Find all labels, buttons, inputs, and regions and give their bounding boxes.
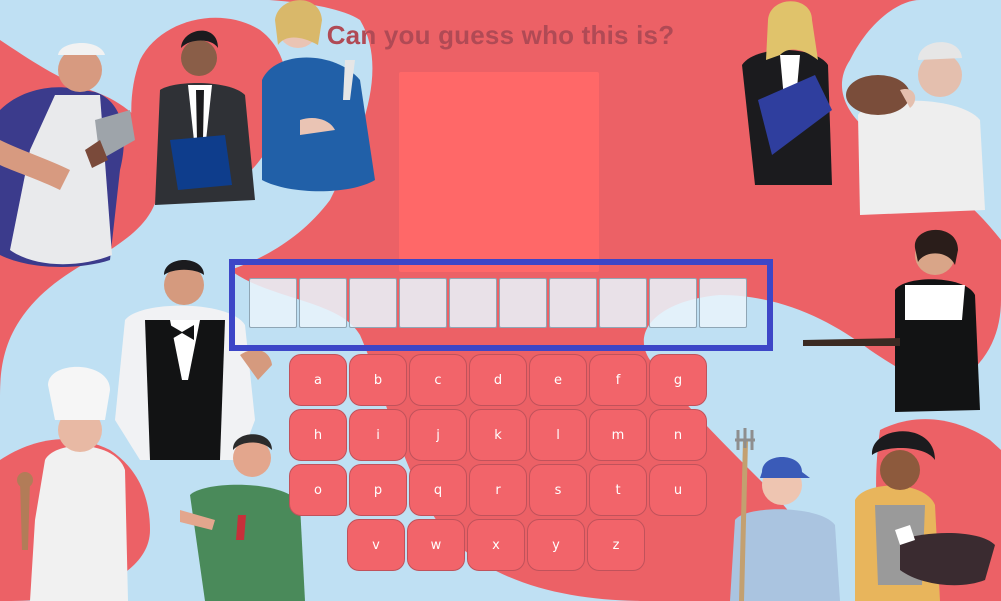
baker-illustration: [846, 42, 985, 215]
answer-slot: [549, 278, 597, 328]
key-s[interactable]: s: [529, 464, 587, 516]
key-c[interactable]: c: [409, 354, 467, 406]
key-x[interactable]: x: [467, 519, 525, 571]
game-prompt: Can you guess who this is?: [326, 20, 675, 50]
key-m[interactable]: m: [589, 409, 647, 461]
key-v[interactable]: v: [347, 519, 405, 571]
key-o[interactable]: o: [289, 464, 347, 516]
answer-slot: [699, 278, 747, 328]
answer-slots: [249, 278, 749, 328]
key-y[interactable]: y: [527, 519, 585, 571]
key-f[interactable]: f: [589, 354, 647, 406]
answer-slot: [299, 278, 347, 328]
key-t[interactable]: t: [589, 464, 647, 516]
key-k[interactable]: k: [469, 409, 527, 461]
answer-slot: [449, 278, 497, 328]
key-z[interactable]: z: [587, 519, 645, 571]
farmer-illustration: [730, 428, 840, 601]
key-h[interactable]: h: [289, 409, 347, 461]
key-u[interactable]: u: [649, 464, 707, 516]
key-n[interactable]: n: [649, 409, 707, 461]
key-i[interactable]: i: [349, 409, 407, 461]
key-q[interactable]: q: [409, 464, 467, 516]
key-r[interactable]: r: [469, 464, 527, 516]
hidden-portrait: [399, 72, 599, 272]
key-a[interactable]: a: [289, 354, 347, 406]
answer-slot: [249, 278, 297, 328]
key-w[interactable]: w: [407, 519, 465, 571]
answer-slot: [649, 278, 697, 328]
key-d[interactable]: d: [469, 354, 527, 406]
key-b[interactable]: b: [349, 354, 407, 406]
answer-slot: [349, 278, 397, 328]
key-l[interactable]: l: [529, 409, 587, 461]
answer-slot: [399, 278, 447, 328]
key-g[interactable]: g: [649, 354, 707, 406]
key-j[interactable]: j: [409, 409, 467, 461]
key-e[interactable]: e: [529, 354, 587, 406]
key-p[interactable]: p: [349, 464, 407, 516]
answer-slot: [499, 278, 547, 328]
answer-slot: [599, 278, 647, 328]
